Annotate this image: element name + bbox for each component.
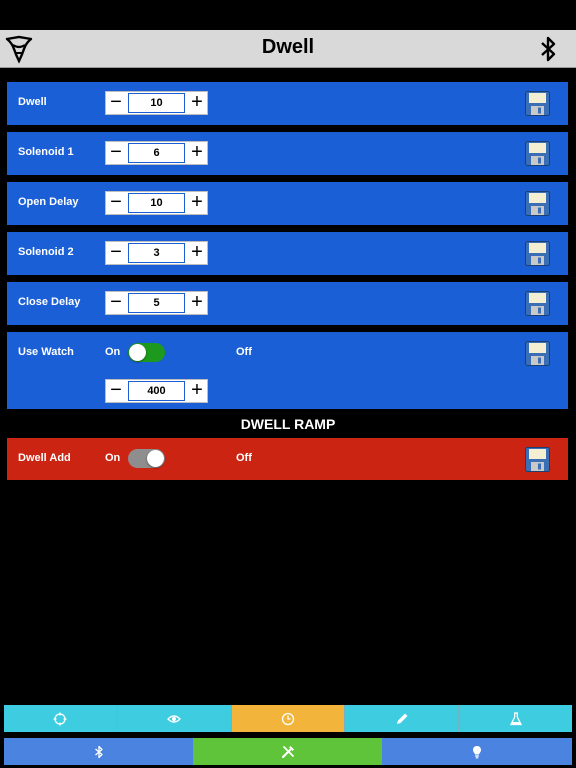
setting-label: Solenoid 1 [18, 146, 74, 158]
dwell-stepper[interactable]: − 10 + [105, 91, 208, 115]
tab-flask[interactable] [459, 705, 572, 732]
dwell-value-field[interactable]: 10 [128, 93, 185, 113]
toggle-on-label: On [105, 452, 121, 464]
section-title-dwell-ramp: DWELL RAMP [240, 416, 336, 432]
tab-pencil[interactable] [345, 705, 460, 732]
increment-button[interactable]: + [187, 142, 207, 164]
toggle-on-label: On [105, 346, 121, 358]
decrement-button[interactable]: − [106, 292, 126, 314]
close-delay-stepper[interactable]: − 5 + [105, 291, 208, 315]
floppy-save-icon[interactable] [525, 447, 550, 472]
tab-lightbulb[interactable] [382, 738, 572, 765]
bluetooth-icon [94, 745, 103, 758]
setting-row-solenoid-1: Solenoid 1 − 6 + [7, 132, 568, 175]
floppy-save-icon[interactable] [525, 341, 550, 366]
decrement-button[interactable]: − [106, 192, 126, 214]
increment-button[interactable]: + [187, 92, 207, 114]
tab-tools[interactable] [193, 738, 382, 765]
floppy-save-icon[interactable] [525, 241, 550, 266]
increment-button[interactable]: + [187, 192, 207, 214]
page-title: Dwell [261, 36, 315, 58]
decrement-button[interactable]: − [106, 142, 126, 164]
open-delay-value-field[interactable]: 10 [128, 193, 185, 213]
setting-label: Use Watch [18, 346, 74, 358]
use-watch-toggle[interactable] [128, 343, 165, 362]
status-bar [0, 0, 576, 30]
increment-button[interactable]: + [187, 380, 207, 402]
setting-label: Solenoid 2 [18, 246, 74, 258]
setting-row-dwell-add: Dwell Add On Off [7, 438, 568, 480]
setting-label: Open Delay [18, 196, 79, 208]
pencil-icon [396, 713, 408, 724]
setting-label: Close Delay [18, 296, 81, 308]
floppy-save-icon[interactable] [525, 291, 550, 316]
tab-bluetooth[interactable] [4, 738, 193, 765]
tab-clock[interactable] [231, 705, 346, 732]
toggle-off-label: Off [236, 452, 252, 464]
crosshair-icon [53, 712, 67, 725]
setting-label: Dwell Add [18, 452, 71, 464]
setting-row-use-watch: Use Watch On Off − 400 + [7, 332, 568, 409]
setting-row-solenoid-2: Solenoid 2 − 3 + [7, 232, 568, 275]
tools-icon [281, 745, 294, 758]
solenoid-2-value-field[interactable]: 3 [128, 243, 185, 263]
decrement-button[interactable]: − [106, 92, 126, 114]
toggle-off-label: Off [236, 346, 252, 358]
toggle-knob [147, 450, 164, 467]
lightbulb-icon [473, 745, 481, 758]
setting-row-close-delay: Close Delay − 5 + [7, 282, 568, 325]
decrement-button[interactable]: − [106, 242, 126, 264]
solenoid-1-value-field[interactable]: 6 [128, 143, 185, 163]
flask-icon [509, 711, 522, 725]
setting-label: Dwell [18, 96, 47, 108]
floppy-save-icon[interactable] [525, 191, 550, 216]
toggle-knob [129, 344, 146, 361]
tab-eye[interactable] [117, 705, 232, 732]
decrement-button[interactable]: − [106, 380, 126, 402]
watch-stepper[interactable]: − 400 + [105, 379, 208, 403]
mode-tab-bar [4, 705, 572, 732]
solenoid-2-stepper[interactable]: − 3 + [105, 241, 208, 265]
setting-row-dwell: Dwell − 10 + [7, 82, 568, 125]
increment-button[interactable]: + [187, 242, 207, 264]
open-delay-stepper[interactable]: − 10 + [105, 191, 208, 215]
solenoid-1-stepper[interactable]: − 6 + [105, 141, 208, 165]
navigation-bar: Dwell [0, 30, 576, 68]
main-tab-bar [4, 738, 572, 765]
floppy-save-icon[interactable] [525, 141, 550, 166]
floppy-save-icon[interactable] [525, 91, 550, 116]
dwell-add-toggle[interactable] [128, 449, 165, 468]
watch-value-field[interactable]: 400 [128, 381, 185, 401]
setting-row-open-delay: Open Delay − 10 + [7, 182, 568, 225]
bluetooth-icon[interactable] [538, 34, 558, 64]
tab-crosshair[interactable] [4, 705, 118, 732]
close-delay-value-field[interactable]: 5 [128, 293, 185, 313]
clock-icon [281, 712, 295, 725]
increment-button[interactable]: + [187, 292, 207, 314]
eye-icon [167, 714, 182, 723]
